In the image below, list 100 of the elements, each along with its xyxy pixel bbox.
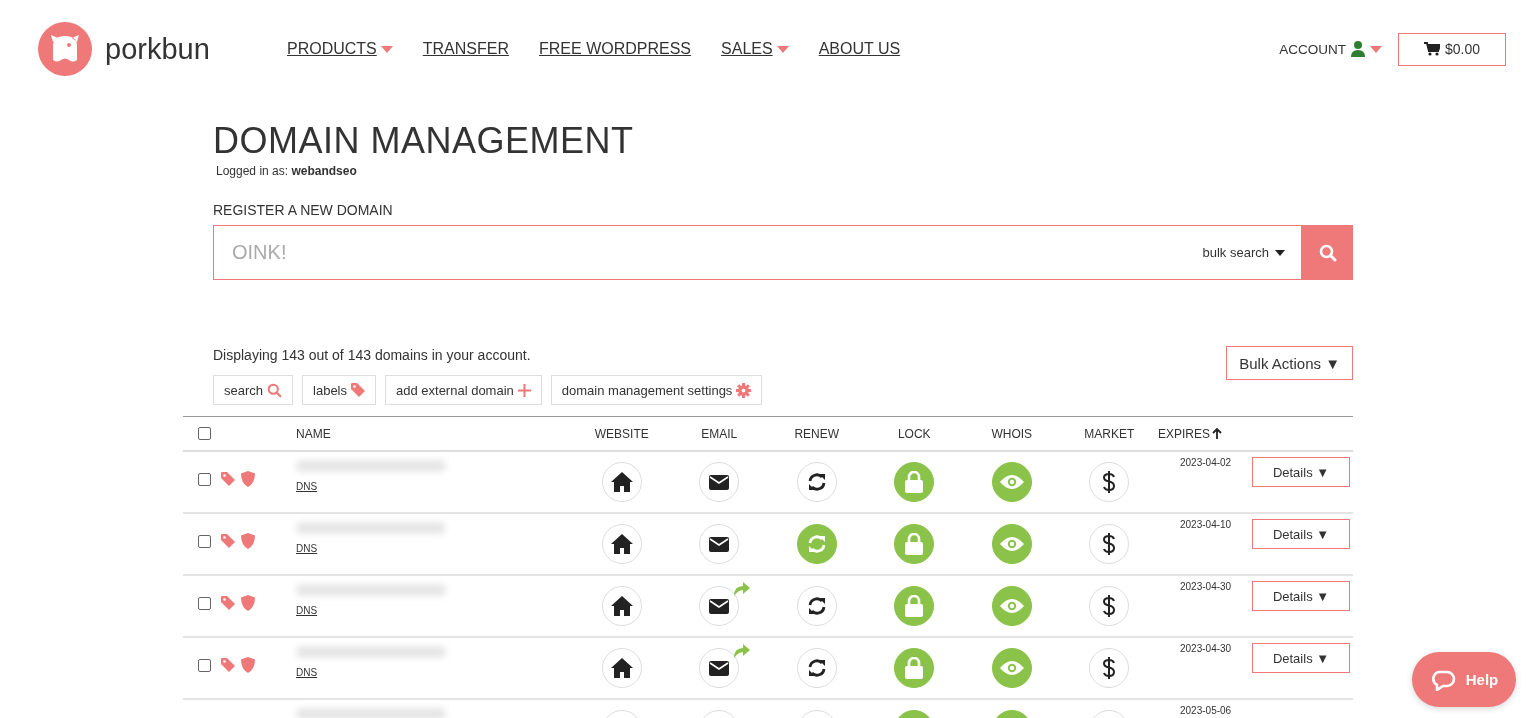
lock-icon [905, 657, 924, 679]
row-checkbox[interactable] [198, 596, 211, 610]
dollar-icon [1103, 595, 1116, 617]
lock-button[interactable] [894, 648, 935, 688]
house-icon [610, 534, 633, 554]
column-header[interactable]: RENEW [794, 426, 840, 441]
bulk-search-dropdown[interactable]: bulk search [1202, 245, 1285, 260]
renew-button[interactable] [796, 648, 837, 688]
tag-icon [351, 383, 365, 397]
refresh-icon [806, 472, 827, 492]
eye-icon [999, 598, 1024, 614]
account-menu[interactable]: ACCOUNT [1279, 41, 1382, 57]
email-button[interactable] [699, 648, 740, 688]
whois-privacy-button[interactable] [991, 462, 1032, 502]
tag-icon[interactable] [221, 534, 235, 548]
chat-bubble-icon [1429, 668, 1456, 691]
eye-icon [999, 536, 1024, 552]
house-icon [610, 472, 633, 492]
details-button[interactable]: Details ▼ [1252, 457, 1350, 487]
column-header[interactable]: MARKET [1084, 426, 1135, 441]
select-all-checkbox[interactable] [198, 427, 211, 440]
row-checkbox[interactable] [198, 658, 211, 672]
envelope-icon [709, 660, 730, 676]
filter-button[interactable]: labels [302, 375, 376, 405]
caret-icon [380, 45, 393, 53]
nav-link[interactable]: PRODUCTS [287, 40, 393, 58]
details-button[interactable]: Details ▼ [1252, 581, 1350, 611]
email-button[interactable] [699, 524, 740, 564]
dns-link[interactable]: DNS [296, 481, 318, 492]
filter-button[interactable]: search [213, 375, 294, 405]
nav-link[interactable]: SALES [721, 40, 789, 58]
shield-icon[interactable] [241, 471, 255, 487]
envelope-icon [709, 598, 730, 614]
refresh-icon [806, 658, 827, 678]
whois-privacy-button[interactable] [991, 648, 1032, 688]
expiry-date: 2023-04-10 [1179, 518, 1233, 530]
market-button[interactable] [1089, 648, 1130, 688]
user-icon [1351, 41, 1365, 57]
register-heading: REGISTER A NEW DOMAIN [213, 202, 394, 218]
whois-privacy-button[interactable] [991, 524, 1032, 564]
column-header[interactable]: EMAIL [701, 426, 738, 441]
search-button[interactable] [1302, 225, 1353, 280]
domain-search-field[interactable]: OINK! bulk search [213, 225, 1302, 280]
details-button[interactable]: Details ▼ [1252, 519, 1350, 549]
lock-button[interactable] [894, 462, 935, 502]
lock-button[interactable] [894, 524, 935, 564]
envelope-icon [709, 474, 730, 490]
website-button[interactable] [601, 462, 642, 502]
nav-link[interactable]: TRANSFER [422, 40, 509, 58]
email-button[interactable] [699, 586, 740, 626]
settings-icon [736, 382, 752, 398]
column-header[interactable]: WHOIS [991, 426, 1033, 441]
nav-link[interactable]: FREE WORDPRESS [539, 40, 692, 58]
website-button[interactable] [601, 586, 642, 626]
row-checkbox[interactable] [198, 534, 211, 548]
dns-link[interactable]: DNS [296, 543, 318, 554]
market-button[interactable] [1089, 462, 1130, 502]
nav-link[interactable]: ABOUT US [818, 40, 901, 58]
email-button[interactable] [699, 462, 740, 502]
lock-icon [905, 533, 924, 555]
shield-icon[interactable] [241, 657, 255, 673]
renew-button[interactable] [796, 462, 837, 502]
brand-name[interactable]: porkbun [105, 32, 210, 66]
website-button[interactable] [601, 524, 642, 564]
dollar-icon [1103, 533, 1116, 555]
tag-icon[interactable] [221, 658, 235, 672]
dns-link[interactable]: DNS [296, 605, 318, 616]
market-button[interactable] [1089, 524, 1130, 564]
envelope-icon [709, 536, 730, 552]
cart-button[interactable]: $0.00 [1398, 32, 1506, 66]
column-header[interactable]: LOCK [897, 426, 931, 441]
pig-logo-icon[interactable] [38, 22, 92, 76]
renew-button[interactable] [796, 586, 837, 626]
market-button[interactable] [1089, 586, 1130, 626]
shield-icon[interactable] [241, 595, 255, 611]
caret-icon [1275, 249, 1285, 256]
dns-link[interactable]: DNS [296, 667, 318, 678]
filter-button[interactable]: domain management settings [550, 375, 763, 405]
lock-button[interactable] [894, 586, 935, 626]
expiry-date: 2023-04-02 [1179, 456, 1233, 468]
lock-icon [905, 471, 924, 493]
lock-icon [905, 595, 924, 617]
refresh-icon [806, 534, 827, 554]
whois-privacy-button[interactable] [991, 586, 1032, 626]
column-header[interactable]: EXPIRES [1158, 426, 1223, 441]
details-button[interactable]: Details ▼ [1252, 643, 1350, 673]
column-header[interactable]: WEBSITE [594, 426, 649, 441]
column-header[interactable]: NAME [296, 426, 331, 441]
refresh-icon [806, 596, 827, 616]
tag-icon[interactable] [221, 596, 235, 610]
tag-icon[interactable] [221, 472, 235, 486]
website-button[interactable] [601, 648, 642, 688]
row-checkbox[interactable] [198, 472, 211, 486]
forward-arrow-icon [732, 642, 751, 658]
filter-button[interactable]: add external domain [385, 375, 542, 405]
shield-icon[interactable] [241, 533, 255, 549]
expiry-date: 2023-04-30 [1179, 642, 1233, 654]
bulk-actions-button[interactable]: Bulk Actions ▼ [1226, 346, 1353, 380]
house-icon [610, 596, 633, 616]
dollar-icon [1103, 657, 1116, 679]
